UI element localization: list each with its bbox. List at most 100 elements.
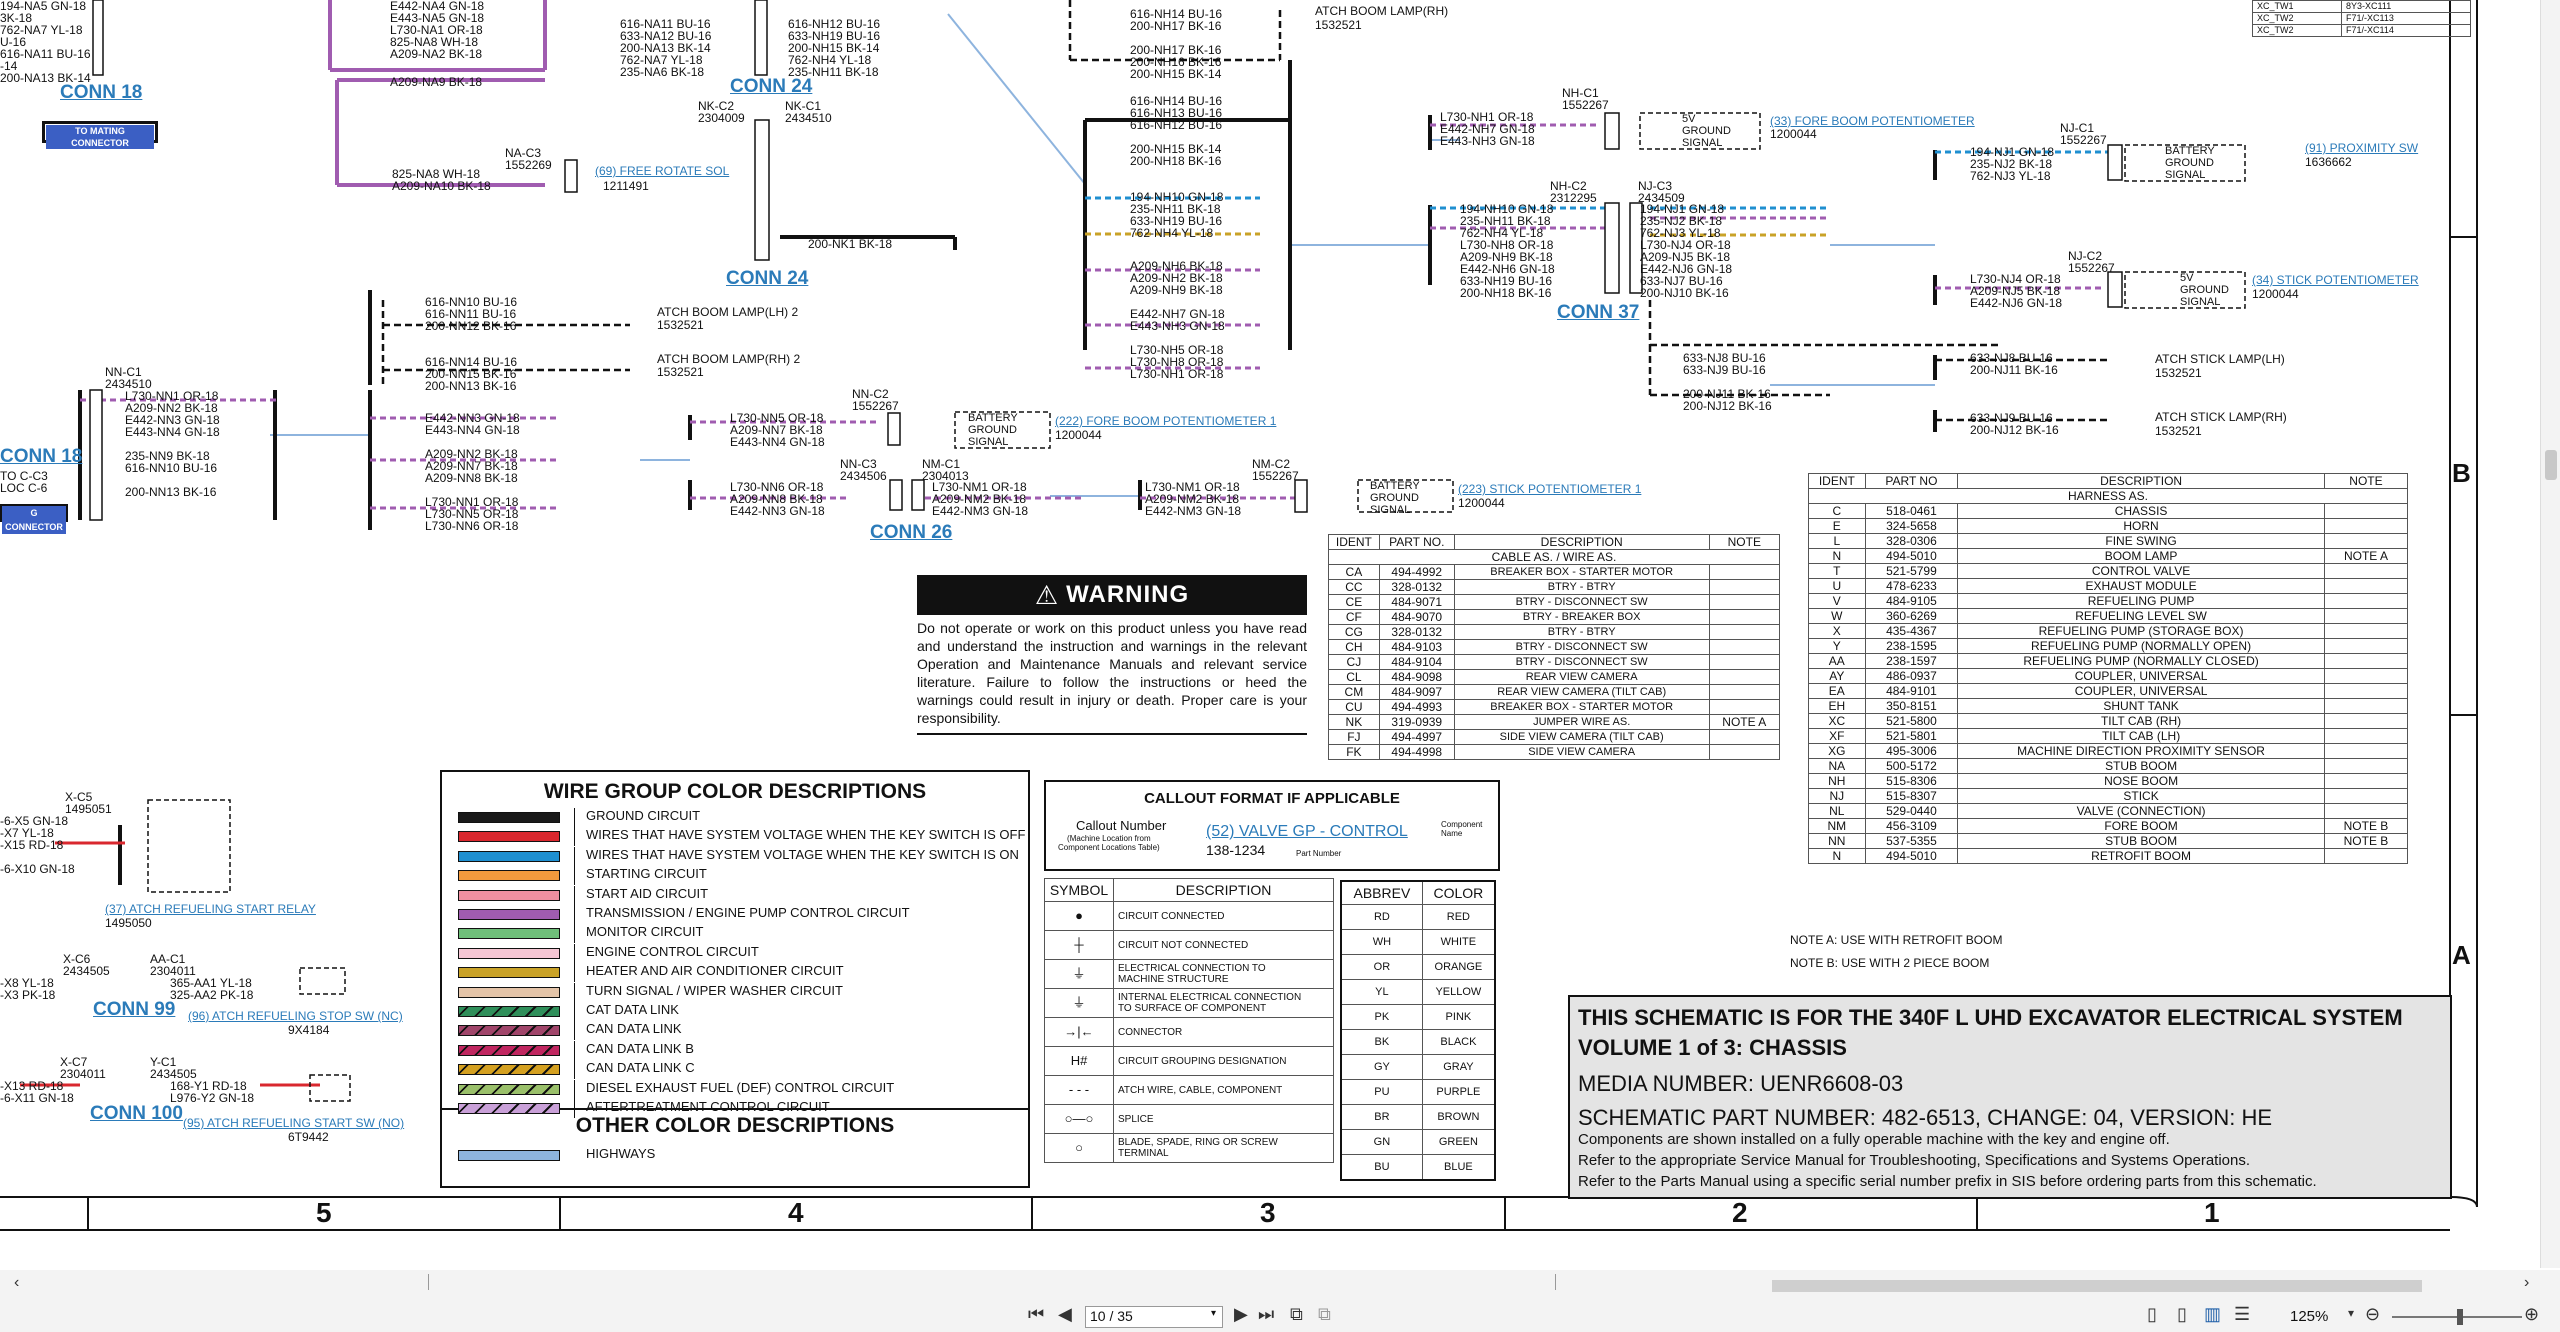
zoom-slider[interactable]: [2392, 1309, 2522, 1325]
table-row: L 328-0306 FINE SWING: [1808, 533, 2409, 549]
connector-button[interactable]: G CONNECTOR: [0, 504, 68, 534]
table-row: N 494-5010 RETROFIT BOOM: [1808, 848, 2409, 864]
table-cell: L: [1808, 533, 1866, 549]
prev-page-icon[interactable]: ◀: [1058, 1304, 1072, 1325]
warning-triangle-icon: ⚠: [1034, 579, 1059, 610]
zoom-in-icon[interactable]: ⊕: [2524, 1304, 2539, 1325]
table-cell: 529-0440: [1864, 803, 1959, 819]
proximity-sw-link[interactable]: (91) PROXIMITY SW: [2305, 142, 2418, 154]
stick-lamp-lh-pn: 1532521: [2155, 366, 2202, 380]
column-header: PART NO.: [1378, 534, 1455, 550]
table-cell: [2323, 848, 2409, 864]
legend-label: TURN SIGNAL / WIPER WASHER CIRCUIT: [586, 982, 843, 998]
horizontal-scrollbar-thumb[interactable]: [1772, 1280, 2422, 1292]
wire-label-na-sol: 825-NA8 WH-18 A209-NA10 BK-18: [392, 167, 491, 193]
legend-swatch: [458, 967, 560, 979]
conn99-label[interactable]: CONN 99: [93, 999, 175, 1021]
table-cell: 484-9071: [1378, 594, 1455, 610]
zoom-dropdown-icon[interactable]: ▾: [2348, 1306, 2354, 1320]
symbol-description: SPLICE: [1113, 1104, 1334, 1134]
table-cell: [1708, 684, 1781, 700]
conn100-label[interactable]: CONN 100: [90, 1103, 183, 1125]
legend-divider: [574, 1002, 575, 1021]
fit-page-icon[interactable]: ⧉: [1290, 1304, 1303, 1325]
zoom-level[interactable]: 125%: [2290, 1308, 2328, 1325]
symbol-glyph: ○—○: [1044, 1104, 1114, 1134]
horizontal-scrollbar[interactable]: ‹ ›: [0, 1270, 2560, 1302]
connector-nj-c3: NJ-C3 2434509: [1638, 179, 1685, 205]
refuel-start-relay-link[interactable]: (37) ATCH REFUELING START RELAY: [105, 903, 316, 915]
table-cell: CM: [1328, 684, 1380, 700]
table-title-row: CABLE AS. / WIRE AS.: [1328, 549, 1780, 565]
table-cell: 521-5799: [1864, 563, 1959, 579]
table-row: AA 238-1597 REFUELING PUMP (NORMALLY CLOSE…: [1808, 653, 2409, 669]
legend-divider: [574, 1040, 575, 1060]
stick-pot-link[interactable]: (34) STICK POTENTIOMETER: [2252, 274, 2419, 286]
table-cell: 328-0132: [1378, 579, 1455, 595]
page-select[interactable]: 10 / 35 ▾: [1085, 1306, 1223, 1328]
top-right-table: XC_TW1 8Y3-XC111 XC_TW2 F71/-XC113 XC_TW2 F71…: [2252, 0, 2471, 37]
to-mating-connector-box[interactable]: TO MATING CONNECTOR: [42, 121, 158, 149]
table-cell: E: [1808, 518, 1866, 534]
next-page-icon[interactable]: ▶: [1234, 1304, 1248, 1325]
wire-label-nnc3: L730-NN6 OR-18 A209-NN8 BK-18 E442-NN3 G…: [730, 480, 825, 518]
scroll-right-icon[interactable]: ›: [2524, 1274, 2529, 1292]
callout-example-link[interactable]: (52) VALVE GP - CONTROL: [1206, 824, 1408, 840]
symbol-glyph: ⏚: [1044, 959, 1114, 989]
vertical-scrollbar[interactable]: [2540, 0, 2560, 1268]
table-row: ○—○ SPLICE: [1044, 1104, 1334, 1134]
connector-nh-c1: NH-C1 1552267: [1562, 86, 1609, 112]
stick-pot1-link[interactable]: (223) STICK POTENTIOMETER 1: [1458, 483, 1641, 495]
table-cell: 324-5658: [1864, 518, 1959, 534]
column-header: DESCRIPTION: [1957, 473, 2325, 489]
vertical-scrollbar-thumb[interactable]: [2545, 450, 2557, 480]
table-row: XG 495-3006 MACHINE DIRECTION PROXIMITY SE…: [1808, 743, 2409, 759]
fore-boom-pot-link[interactable]: (33) FORE BOOM POTENTIOMETER: [1770, 115, 1975, 127]
conn24-label[interactable]: CONN 24: [726, 268, 808, 290]
column-header: IDENT: [1328, 534, 1380, 550]
first-page-icon[interactable]: ⏮: [1028, 1304, 1044, 1325]
conn18-top-label[interactable]: CONN 18: [60, 82, 142, 104]
conn18-mid-label[interactable]: CONN 18: [0, 446, 82, 468]
fit-width-icon[interactable]: ⧉: [1318, 1304, 1331, 1325]
zoom-out-icon[interactable]: ⊖: [2365, 1304, 2380, 1325]
single-page-icon[interactable]: ▯: [2147, 1304, 2157, 1325]
symbol-glyph: H#: [1044, 1046, 1114, 1076]
table-cell: CC: [1328, 579, 1380, 595]
table-cell: NOTE A: [2323, 548, 2409, 564]
symbol-table: SYMBOL DESCRIPTION ● CIRCUIT CONNECTED ┼ CIRC…: [1044, 878, 1334, 1163]
facing-continuous-icon[interactable]: ☰: [2234, 1304, 2250, 1325]
table-cell: GN: [1340, 1129, 1423, 1155]
table-row: ⏚ INTERNAL ELECTRICAL CONNECTION TO SURFA…: [1044, 988, 1334, 1018]
free-rotate-sol-link[interactable]: (69) FREE ROTATE SOL: [595, 165, 729, 177]
connector-nm-c1: NM-C1 2304013: [922, 457, 969, 483]
table-cell: NL: [1808, 803, 1866, 819]
table-cell: 484-9098: [1378, 669, 1455, 685]
table-cell: XG: [1808, 743, 1866, 759]
zone-column-3: 3: [1260, 1197, 1276, 1228]
conn37-label[interactable]: CONN 37: [1557, 302, 1639, 324]
wire-color-legend: WIRE GROUP COLOR DESCRIPTIONS GROUND CIR…: [440, 770, 1030, 1188]
legend-item: AFTERTREATMENT CONTROL CIRCUIT: [442, 1099, 1028, 1118]
boom-lamp-rh2-pn: 1532521: [657, 365, 704, 379]
continuous-icon[interactable]: ▯: [2177, 1304, 2187, 1325]
legend-divider: [574, 982, 575, 1002]
symbol-description: CIRCUIT NOT CONNECTED: [1113, 930, 1334, 960]
refuel-stop-sw-link[interactable]: (96) ATCH REFUELING STOP SW (NC): [188, 1010, 403, 1022]
table-row: XC_TW2 F71/-XC113: [2252, 12, 2471, 25]
fore-boom-pot1-link[interactable]: (222) FORE BOOM POTENTIOMETER 1: [1055, 415, 1276, 427]
last-page-icon[interactable]: ⏭: [1258, 1304, 1274, 1325]
conn24-top-label[interactable]: CONN 24: [730, 76, 812, 98]
table-cell: [2323, 593, 2409, 609]
connector-y-c1: Y-C1 2434505: [150, 1055, 197, 1081]
connector-x-c6: X-C6 2434505: [63, 952, 110, 978]
table-row: NA 500-5172 STUB BOOM: [1808, 758, 2409, 774]
legend-divider: [574, 866, 575, 886]
refuel-start-sw-link[interactable]: (95) ATCH REFUELING START SW (NO): [183, 1117, 404, 1129]
legend-divider: [574, 808, 575, 827]
zoom-slider-thumb[interactable]: [2456, 1309, 2463, 1325]
scroll-left-icon[interactable]: ‹: [14, 1274, 19, 1292]
table-row: XC_TW1 8Y3-XC111: [2252, 0, 2471, 13]
facing-icon[interactable]: ▥: [2204, 1304, 2221, 1325]
conn26-label[interactable]: CONN 26: [870, 522, 952, 544]
